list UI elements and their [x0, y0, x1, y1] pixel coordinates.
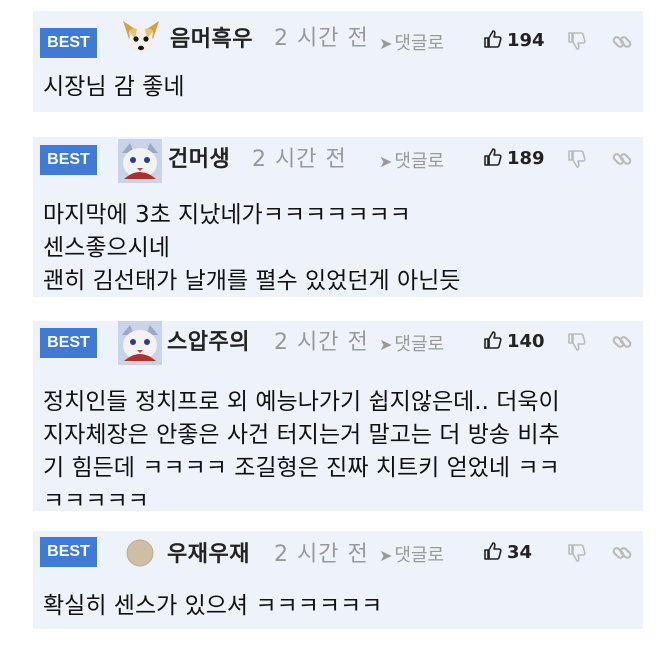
reply-label: 댓글로: [394, 151, 445, 172]
comment-header: BEST 건머생 2 시간 전 ➤ 댓글로 189: [33, 137, 643, 187]
thumbs-up-icon: [484, 542, 502, 560]
link-icon[interactable]: [611, 148, 633, 170]
comment-line: ㅋㅋㅋㅋㅋ: [43, 488, 149, 514]
comment-line: 시장님 감 좋네: [43, 74, 185, 100]
best-badge: BEST: [40, 145, 97, 175]
like-button[interactable]: 189: [483, 147, 545, 169]
comment-time: 2 시간 전: [274, 26, 369, 51]
link-icon[interactable]: [611, 31, 633, 53]
comment-line: 확실히 센스가 있으셔 ㅋㅋㅋㅋㅋㅋ: [43, 593, 383, 619]
like-button[interactable]: 194: [483, 29, 545, 51]
comment-header: BEST 스압주의 2 시간 전 ➤ 댓글로 140: [33, 321, 643, 371]
reply-label: 댓글로: [394, 545, 445, 566]
comment-header: BEST 우재우재 2 시간 전 ➤ 댓글로 34: [33, 531, 643, 581]
comment-body: 정치인들 정치프로 외 예능나가기 쉽지않은데.. 더욱이 지자체장은 안좋은 …: [33, 371, 643, 518]
comment-line: 센스좋으시네: [43, 235, 170, 261]
comment-time: 2 시간 전: [274, 330, 369, 355]
comment-header: BEST 음머흑우 2 시간 전 ➤ 댓글로 194: [33, 11, 643, 61]
thumbs-down-icon[interactable]: [567, 31, 587, 51]
like-count: 34: [507, 542, 533, 563]
reply-button[interactable]: ➤ 댓글로: [379, 330, 444, 356]
comment-line: 지자체장은 안좋은 사건 터지는거 말고는 더 방송 비추: [43, 422, 560, 448]
like-count: 140: [507, 331, 545, 352]
reply-button[interactable]: ➤ 댓글로: [379, 29, 444, 55]
comment-line: 마지막에 3초 지났네가ㅋㅋㅋㅋㅋㅋㅋ: [43, 202, 411, 228]
default-avatar-icon[interactable]: [125, 538, 155, 568]
best-badge: BEST: [40, 537, 97, 567]
comment-time: 2 시간 전: [274, 542, 369, 567]
comment-line: 정치인들 정치프로 외 예능나가기 쉽지않은데.. 더욱이: [43, 389, 560, 415]
thumbs-down-icon[interactable]: [567, 149, 587, 169]
comment-body: 확실히 센스가 있으셔 ㅋㅋㅋㅋㅋㅋ: [33, 581, 643, 623]
reply-label: 댓글로: [394, 334, 445, 355]
link-icon[interactable]: [611, 542, 633, 564]
reply-label: 댓글로: [394, 33, 445, 54]
send-icon: ➤: [379, 34, 393, 53]
send-icon: ➤: [379, 335, 393, 354]
cat-avatar-icon[interactable]: [118, 139, 162, 183]
comment-card: BEST 건머생 2 시간 전 ➤ 댓글로 189 마지막에 3초 지났네가ㅋㅋ…: [33, 137, 643, 297]
comment-nickname[interactable]: 스압주의: [167, 324, 250, 356]
comment-body: 시장님 감 좋네: [33, 61, 643, 104]
like-count: 194: [507, 30, 545, 51]
thumbs-up-icon: [484, 30, 502, 48]
comment-nickname[interactable]: 음머흑우: [170, 21, 253, 53]
send-icon: ➤: [379, 152, 393, 171]
cat-avatar-icon[interactable]: [118, 321, 162, 365]
like-button[interactable]: 34: [483, 541, 532, 563]
thumbs-up-icon: [484, 148, 502, 166]
send-icon: ➤: [379, 546, 393, 565]
comment-nickname[interactable]: 건머생: [168, 141, 230, 173]
thumbs-down-icon[interactable]: [567, 543, 587, 563]
comment-nickname[interactable]: 우재우재: [167, 536, 250, 568]
comment-line: 기 힘든데 ㅋㅋㅋㅋ 조길형은 진짜 치트키 얻었네 ㅋㅋ: [43, 455, 560, 481]
thumbs-up-icon: [484, 331, 502, 349]
comment-card: BEST 스압주의 2 시간 전 ➤ 댓글로 140 정치인들 정치프로 외 예…: [33, 321, 643, 514]
reply-button[interactable]: ➤ 댓글로: [379, 147, 444, 173]
thumbs-down-icon[interactable]: [567, 332, 587, 352]
like-button[interactable]: 140: [483, 330, 545, 352]
best-badge: BEST: [40, 328, 97, 358]
best-badge: BEST: [40, 28, 97, 58]
link-icon[interactable]: [611, 331, 633, 353]
reply-button[interactable]: ➤ 댓글로: [379, 541, 444, 567]
comment-body: 마지막에 3초 지났네가ㅋㅋㅋㅋㅋㅋㅋ 센스좋으시네 괜히 김선태가 날개를 펼…: [33, 187, 643, 298]
like-count: 189: [507, 148, 545, 169]
comment-time: 2 시간 전: [252, 147, 347, 172]
comment-card: BEST 음머흑우 2 시간 전 ➤ 댓글로 194 시장님 감 좋네: [33, 11, 643, 112]
comment-line: 괜히 김선태가 날개를 펼수 있었던게 아닌듯: [43, 268, 461, 294]
comment-card: BEST 우재우재 2 시간 전 ➤ 댓글로 34 확실히 센스가 있으셔 ㅋㅋ…: [33, 531, 643, 629]
dog-avatar-icon[interactable]: [119, 17, 163, 61]
